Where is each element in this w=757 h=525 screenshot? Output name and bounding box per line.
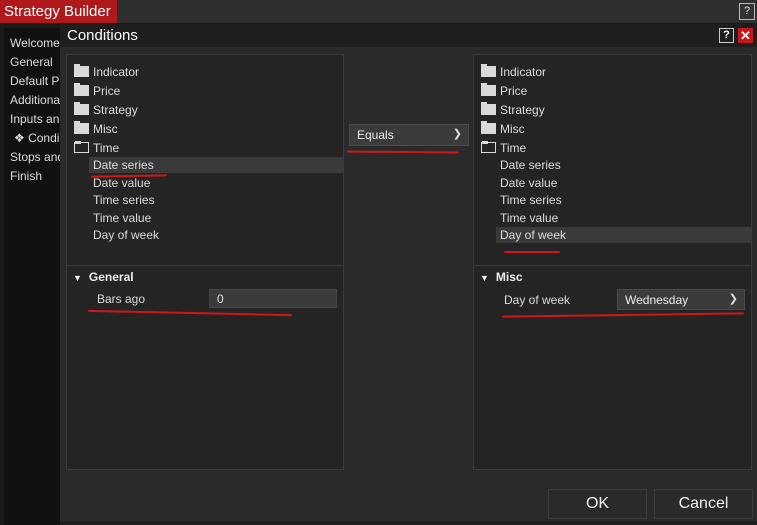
nav-item-conditions[interactable]: ❖ Condi [4,129,64,148]
bars-ago-input[interactable]: 0 [209,289,337,308]
dialog-close-button[interactable]: ✕ [738,28,753,43]
tree-item-date-value[interactable]: Date value [500,175,557,192]
day-of-week-select[interactable]: Wednesday ❯ [617,289,745,310]
wizard-nav: Welcome General Default P Additional Inp… [4,28,64,525]
bars-ago-label: Bars ago [97,292,146,306]
left-condition-tree: Indicator Price Strategy Misc Time Date … [66,54,344,280]
tree-item-date-value[interactable]: Date value [93,175,150,192]
folder-icon [74,64,89,77]
window-title: Strategy Builder [0,0,117,23]
annotation-underline [346,150,460,154]
tree-item-time-series[interactable]: Time series [93,192,155,209]
folder-icon [481,102,496,115]
annotation-underline [504,251,560,253]
section-header-misc[interactable]: ▼ Misc [480,270,523,284]
tree-item-time-value[interactable]: Time value [93,210,151,227]
tree-folder-strategy[interactable]: Strategy [74,101,138,119]
collapse-triangle-icon: ▼ [73,273,82,283]
operator-value: Equals [357,128,394,142]
nav-item-welcome[interactable]: Welcome [4,34,64,53]
tree-item-day-of-week[interactable]: Day of week [500,227,566,244]
nav-item-additional[interactable]: Additional [4,91,64,110]
nav-item-default[interactable]: Default P [4,72,64,91]
tree-folder-indicator[interactable]: Indicator [74,63,139,81]
nav-item-stops[interactable]: Stops and [4,148,64,167]
tree-folder-price[interactable]: Price [481,82,527,100]
window-titlebar: Strategy Builder ? [0,0,757,23]
right-properties-panel: ▼ Misc Day of week Wednesday ❯ [473,265,752,470]
section-header-general[interactable]: ▼ General [73,270,134,284]
folder-icon [74,102,89,115]
tree-folder-time[interactable]: Time [74,139,119,157]
collapse-triangle-icon: ▼ [480,273,489,283]
folder-icon [481,83,496,96]
tree-item-date-series[interactable]: Date series [500,157,561,174]
open-folder-icon [74,141,89,153]
dialog-help-button[interactable]: ? [719,28,734,43]
day-of-week-value: Wednesday [625,293,689,307]
dialog-title: Conditions [67,27,138,44]
bottom-strip [60,521,757,525]
tree-folder-misc[interactable]: Misc [74,120,118,138]
ok-button[interactable]: OK [548,489,647,519]
tree-folder-indicator[interactable]: Indicator [481,63,546,81]
conditions-dialog: Conditions ? ✕ Indicator Price Strategy … [60,24,757,525]
tree-folder-price[interactable]: Price [74,82,120,100]
tree-folder-misc[interactable]: Misc [481,120,525,138]
right-condition-tree: Indicator Price Strategy Misc Time Date … [473,54,752,280]
left-properties-panel: ▼ General Bars ago 0 [66,265,344,470]
folder-icon [481,64,496,77]
dialog-titlebar: Conditions ? ✕ [60,24,757,47]
cancel-button[interactable]: Cancel [654,489,753,519]
chevron-down-icon: ❯ [728,293,738,305]
folder-icon [481,121,496,134]
operator-select[interactable]: Equals ❯ [349,124,469,146]
folder-icon [74,83,89,96]
window-help-button[interactable]: ? [739,3,755,20]
nav-item-general[interactable]: General [4,53,64,72]
day-of-week-label: Day of week [504,293,571,307]
chevron-down-icon: ❯ [452,128,462,140]
bars-ago-value: 0 [217,292,224,306]
tree-folder-strategy[interactable]: Strategy [481,101,545,119]
tree-item-day-of-week[interactable]: Day of week [93,227,159,244]
tree-folder-time[interactable]: Time [481,139,526,157]
tree-item-time-series[interactable]: Time series [500,192,562,209]
open-folder-icon [481,141,496,153]
nav-item-finish[interactable]: Finish [4,167,64,186]
folder-icon [74,121,89,134]
tree-item-time-value[interactable]: Time value [500,210,558,227]
nav-item-inputs[interactable]: Inputs and [4,110,64,129]
tree-item-date-series[interactable]: Date series [93,157,154,174]
